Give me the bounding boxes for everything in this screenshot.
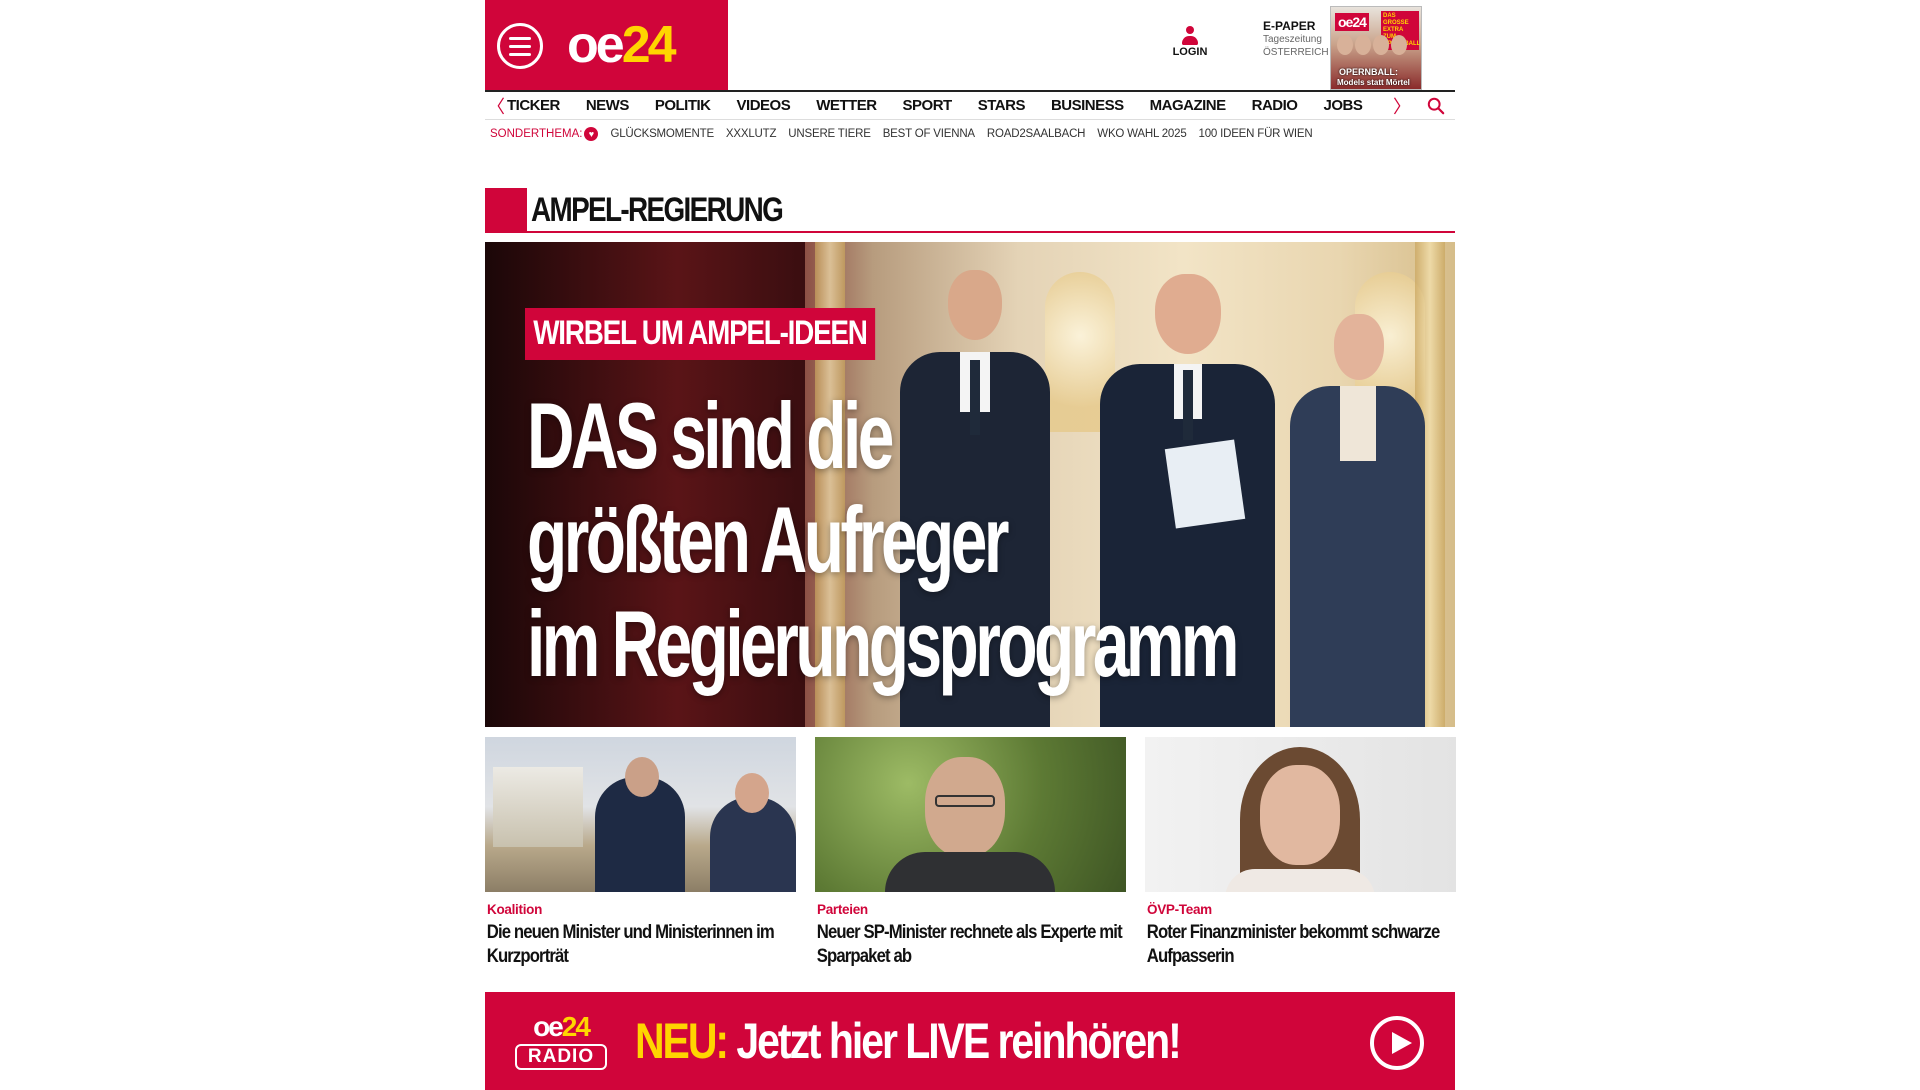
nav-left-arrow-icon[interactable]: 〈 bbox=[485, 93, 507, 119]
hero-headline-line: größten Aufreger bbox=[527, 487, 1009, 592]
teaser-person bbox=[1225, 869, 1375, 892]
user-icon bbox=[1182, 26, 1198, 46]
teaser-card[interactable]: Parteien Neuer SP-Minister rechnete als … bbox=[815, 737, 1126, 969]
nav-item-news[interactable]: NEWS bbox=[586, 97, 630, 114]
teaser-image bbox=[485, 737, 796, 892]
nav-item-wetter[interactable]: WETTER bbox=[816, 97, 877, 114]
section-header: AMPEL-REGIERUNG bbox=[485, 188, 1455, 233]
login-label: LOGIN bbox=[1172, 46, 1208, 58]
nav-item-stars[interactable]: STARS bbox=[978, 97, 1026, 114]
teaser-person bbox=[885, 852, 1055, 892]
nav-item-sport[interactable]: SPORT bbox=[903, 97, 953, 114]
teaser-category: Koalition bbox=[487, 902, 543, 917]
topic-xxxlutz[interactable]: XXXLUTZ bbox=[726, 128, 777, 140]
epaper-cover-image[interactable]: oe24 DAS GROSSE EXTRA ZUM OPERNBALL OPER… bbox=[1330, 6, 1422, 90]
logo-24: 24 bbox=[621, 16, 677, 74]
teaser-card[interactable]: ÖVP-Team Roter Finanzminister bekommt sc… bbox=[1145, 737, 1456, 969]
teaser-person-head bbox=[925, 757, 1005, 857]
teaser-image bbox=[815, 737, 1126, 892]
cover-face bbox=[1391, 35, 1407, 55]
nav-items: TICKER NEWS POLITIK VIDEOS WETTER SPORT … bbox=[507, 97, 1363, 114]
nav-item-ticker[interactable]: TICKER bbox=[507, 97, 560, 114]
heart-icon: ♥ bbox=[584, 127, 599, 141]
cover-face bbox=[1355, 35, 1371, 55]
parliament-building bbox=[493, 767, 583, 847]
epaper-title: E-PAPER bbox=[1263, 19, 1316, 33]
radio-banner-cta: Jetzt hier LIVE reinhören! bbox=[727, 1013, 1181, 1069]
teaser-title[interactable]: Roter Finanzminister bekommt schwarze Au… bbox=[1145, 921, 1457, 969]
teaser-title[interactable]: Neuer SP-Minister rechnete als Experte m… bbox=[815, 921, 1127, 969]
radio-logo-label: RADIO bbox=[515, 1044, 607, 1070]
nav-item-videos[interactable]: VIDEOS bbox=[737, 97, 791, 114]
teaser-person-head bbox=[625, 757, 659, 797]
login-button[interactable]: LOGIN bbox=[1165, 26, 1215, 58]
radio-logo-mark: oe24 bbox=[515, 1012, 607, 1042]
site-header: oe24 LOGIN E-PAPER Tageszeitung ÖSTERREI… bbox=[485, 0, 1455, 90]
radio-logo-24: 24 bbox=[561, 1011, 591, 1042]
teaser-category: Parteien bbox=[817, 902, 868, 917]
nav-item-magazine[interactable]: MAGAZINE bbox=[1150, 97, 1227, 114]
teaser-person-head bbox=[1260, 765, 1340, 865]
search-icon[interactable] bbox=[1427, 97, 1445, 115]
glasses-icon bbox=[935, 795, 995, 807]
radio-logo: oe24 RADIO bbox=[515, 1012, 607, 1070]
section-title[interactable]: AMPEL-REGIERUNG bbox=[531, 190, 784, 230]
epaper-subtitle: Tageszeitung bbox=[1263, 34, 1322, 45]
teaser-person-head bbox=[735, 773, 769, 813]
cover-subheadline: Models statt Mörtel bbox=[1337, 78, 1410, 87]
hero-kicker: WIRBEL UM AMPEL-IDEEN bbox=[525, 308, 875, 360]
teaser-category: ÖVP-Team bbox=[1147, 902, 1212, 917]
special-topics-label: SONDERTHEMA: ♥ bbox=[490, 127, 599, 141]
topic-wko-wahl-2025[interactable]: WKO WAHL 2025 bbox=[1097, 128, 1186, 140]
section-marker bbox=[485, 188, 527, 231]
cover-face bbox=[1337, 35, 1353, 55]
hero-headline-line: DAS sind die bbox=[527, 383, 894, 488]
radio-banner[interactable]: oe24 RADIO NEU: Jetzt hier LIVE reinhöre… bbox=[485, 992, 1455, 1090]
topic-100-ideen-fuer-wien[interactable]: 100 IDEEN FÜR WIEN bbox=[1199, 128, 1313, 140]
teaser-cards: Koalition Die neuen Minister und Ministe… bbox=[485, 737, 1456, 969]
hero-teaser[interactable]: WIRBEL UM AMPEL-IDEEN DAS sind die größt… bbox=[485, 242, 1455, 727]
page: oe24 LOGIN E-PAPER Tageszeitung ÖSTERREI… bbox=[485, 0, 1456, 969]
radio-logo-oe: oe bbox=[533, 1011, 564, 1042]
site-logo[interactable]: oe24 bbox=[567, 16, 677, 74]
teaser-image bbox=[1145, 737, 1456, 892]
nav-item-politik[interactable]: POLITIK bbox=[655, 97, 711, 114]
hero-headline-line: im Regierungsprogramm bbox=[527, 591, 1239, 696]
logo-oe: oe bbox=[567, 16, 625, 74]
menu-icon[interactable] bbox=[497, 23, 543, 69]
topic-best-of-vienna[interactable]: BEST OF VIENNA bbox=[883, 128, 975, 140]
nav-item-business[interactable]: BUSINESS bbox=[1051, 97, 1124, 114]
cover-headline: OPERNBALL: bbox=[1339, 67, 1398, 77]
topic-gluecksmomente[interactable]: GLÜCKSMOMENTE bbox=[610, 128, 714, 140]
radio-banner-text: NEU: Jetzt hier LIVE reinhören! bbox=[635, 1012, 1182, 1070]
special-topics-bar: SONDERTHEMA: ♥ GLÜCKSMOMENTE XXXLUTZ UNS… bbox=[485, 120, 1455, 148]
teaser-title[interactable]: Die neuen Minister und Ministerinnen im … bbox=[485, 921, 797, 969]
cover-face bbox=[1373, 35, 1389, 55]
nav-item-radio[interactable]: RADIO bbox=[1252, 97, 1298, 114]
nav-right-arrow-icon[interactable]: 〉 bbox=[1391, 93, 1413, 119]
epaper-subtitle-2: ÖSTERREICH bbox=[1263, 47, 1329, 58]
teaser-card[interactable]: Koalition Die neuen Minister und Ministe… bbox=[485, 737, 796, 969]
radio-banner-neu: NEU: bbox=[635, 1013, 729, 1069]
special-topics-label-text: SONDERTHEMA: bbox=[490, 128, 583, 140]
topic-unsere-tiere[interactable]: UNSERE TIERE bbox=[788, 128, 871, 140]
nav-item-jobs[interactable]: JOBS bbox=[1323, 97, 1362, 114]
topic-road2saalbach[interactable]: ROAD2SAALBACH bbox=[987, 128, 1086, 140]
hero-photo-person bbox=[1290, 314, 1425, 727]
hero-headline: DAS sind die größten Aufreger im Regieru… bbox=[527, 384, 1262, 696]
main-nav: 〈 TICKER NEWS POLITIK VIDEOS WETTER SPOR… bbox=[485, 90, 1455, 120]
logo-box: oe24 bbox=[485, 0, 728, 90]
epaper-link[interactable]: E-PAPER Tageszeitung ÖSTERREICH bbox=[1263, 20, 1329, 59]
cover-logo: oe24 bbox=[1335, 13, 1369, 31]
play-icon[interactable] bbox=[1370, 1016, 1424, 1070]
